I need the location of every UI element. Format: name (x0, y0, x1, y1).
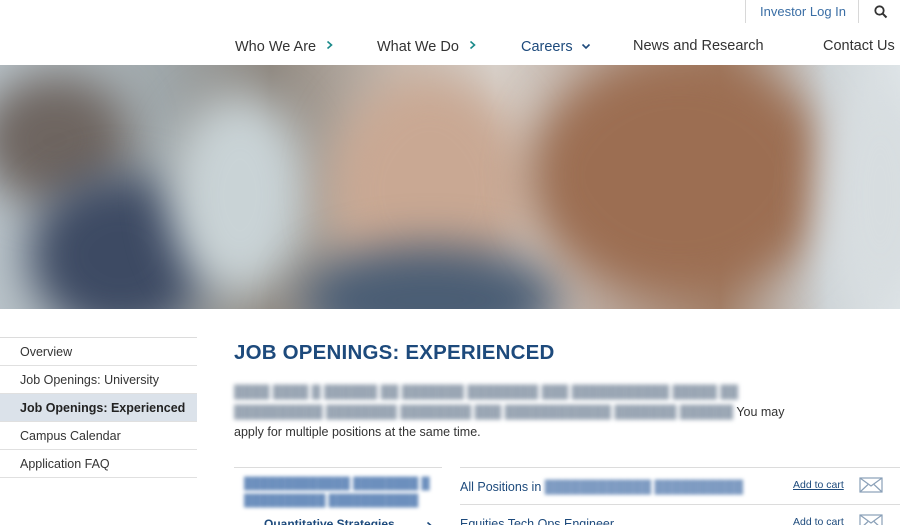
search-icon[interactable] (873, 4, 889, 20)
blurred-text: ████████████ ██████████ (544, 480, 744, 494)
add-to-cart-link[interactable]: Add to cart (793, 479, 844, 491)
mail-icon[interactable] (859, 514, 883, 525)
hero-shape (530, 65, 830, 295)
hero-image (0, 65, 900, 309)
nav-label: News and Research (633, 38, 764, 54)
sidebar-item-job-openings-experienced[interactable]: Job Openings: Experienced (0, 394, 197, 422)
position-row[interactable]: Equities Tech Ops Engineer Add to cart (460, 504, 900, 525)
nav-label: Contact Us (823, 38, 895, 54)
sidebar-item-overview[interactable]: Overview (0, 338, 197, 366)
divider (745, 0, 746, 23)
investor-login-link[interactable]: Investor Log In (760, 4, 846, 19)
sidebar-item-campus-calendar[interactable]: Campus Calendar (0, 422, 197, 450)
nav-label: What We Do (377, 39, 459, 55)
divider (858, 0, 859, 23)
position-row[interactable]: All Positions in ████████████ ██████████… (460, 467, 900, 503)
utility-bar: Investor Log In (0, 0, 900, 23)
hero-shape (170, 95, 310, 295)
subcategory-link[interactable]: Quantitative Strategies (264, 517, 395, 525)
intro-paragraph: ████ ████ █ ██████ ██ ███████ ████████ █… (234, 382, 804, 442)
main-nav: Who We Are What We Do Careers News and R… (0, 38, 900, 60)
nav-label: Careers (521, 39, 573, 55)
chevron-right-icon (469, 38, 476, 54)
category-box[interactable]: █████████████ ████████ █ ██████████ █████… (234, 467, 442, 518)
sidebar-nav: Overview Job Openings: University Job Op… (0, 337, 197, 478)
add-to-cart-link[interactable]: Add to cart (793, 516, 844, 525)
category-label-blurred: █████████████ ████████ █ ██████████ █████… (244, 478, 430, 507)
position-title[interactable]: Equities Tech Ops Engineer (460, 517, 614, 525)
hero-shape (820, 85, 900, 305)
nav-who-we-are[interactable]: Who We Are (235, 38, 333, 55)
chevron-right-icon (426, 518, 433, 525)
page-title: JOB OPENINGS: EXPERIENCED (234, 341, 555, 364)
nav-label: Who We Are (235, 39, 317, 55)
nav-contact-us[interactable]: Contact Us (823, 38, 895, 54)
hero-shape (300, 245, 560, 309)
sidebar-item-job-openings-university[interactable]: Job Openings: University (0, 366, 197, 394)
nav-what-we-do[interactable]: What We Do (377, 38, 476, 55)
blurred-text: ████ ████ █ ██████ ██ ███████ ████████ █… (234, 385, 739, 419)
sidebar-item-application-faq[interactable]: Application FAQ (0, 450, 197, 478)
nav-careers[interactable]: Careers (521, 38, 591, 55)
mail-icon[interactable] (859, 477, 883, 498)
nav-news-and-research[interactable]: News and Research (633, 38, 764, 54)
position-title-prefix: All Positions in (460, 480, 542, 494)
chevron-down-icon (581, 38, 591, 54)
chevron-right-icon (326, 38, 333, 54)
position-title[interactable]: All Positions in ████████████ ██████████ (460, 480, 743, 494)
